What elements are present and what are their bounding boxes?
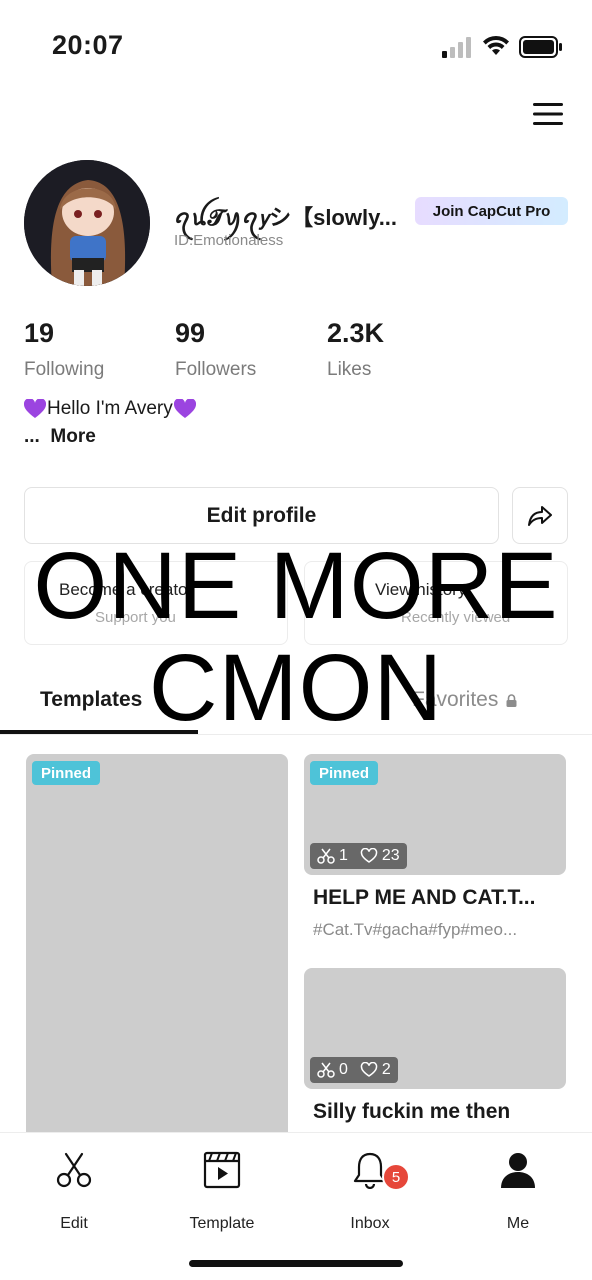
wifi-icon (483, 35, 509, 55)
bio: Hello I'm Avery (24, 398, 196, 420)
creator-card-sub: Support you (95, 609, 176, 626)
scissors-icon (56, 1152, 92, 1188)
history-card-sub: Recently viewed (401, 609, 511, 626)
template-title[interactable]: HELP ME AND CAT.T... (313, 886, 563, 910)
template-metrics: 1 23 (310, 843, 407, 869)
nav-label-me: Me (506, 1215, 530, 1232)
nav-item-inbox[interactable]: 5 Inbox (310, 1151, 430, 1233)
nav-label-inbox: Inbox (350, 1215, 390, 1232)
uses-count: 1 (339, 847, 348, 864)
heart-outline-icon (360, 848, 378, 863)
followers-label[interactable]: Followers (175, 359, 256, 381)
template-metrics: 0 2 (310, 1057, 398, 1083)
status-time: 20:07 (52, 30, 124, 60)
avatar[interactable] (24, 160, 150, 286)
nav-label-edit: Edit (60, 1215, 88, 1232)
template-thumbnail-1[interactable] (26, 754, 288, 1144)
edit-profile-button[interactable]: Edit profile (24, 487, 499, 544)
user-id: ID:Emotionaless (174, 232, 284, 249)
scissors-icon (317, 848, 335, 864)
nav-item-me[interactable]: Me (458, 1151, 578, 1233)
uses-count: 0 (339, 1061, 348, 1078)
purple-heart-icon (24, 399, 46, 418)
tab-divider (0, 734, 592, 735)
template-tags: #Cat.Tv#gacha#fyp#meo... (313, 920, 518, 939)
followers-count[interactable]: 99 (175, 318, 205, 349)
nav-item-template[interactable]: Template (162, 1151, 282, 1233)
pinned-badge: Pinned (310, 761, 379, 785)
nav-label-template: Template (189, 1215, 255, 1232)
creator-card[interactable]: Become a creator Support you (24, 561, 288, 645)
tab-templates[interactable]: Templates (40, 688, 142, 712)
template-title[interactable]: Silly fuckin me then (313, 1100, 563, 1124)
likes-count: 2 (381, 1061, 391, 1078)
join-pro-button[interactable]: Join CapCut Pro (415, 197, 568, 225)
battery-icon (519, 36, 562, 58)
tab-favorites[interactable]: Favorites (412, 688, 517, 712)
bio-text: Hello I'm Avery (47, 398, 173, 419)
following-label[interactable]: Following (24, 359, 104, 381)
menu-icon[interactable] (532, 100, 564, 128)
avatar-image (24, 160, 150, 286)
creator-card-title: Become a creator (59, 580, 194, 599)
template-icon (203, 1151, 241, 1189)
home-indicator[interactable] (189, 1260, 403, 1267)
heart-outline-icon (360, 1062, 378, 1077)
cellular-signal-icon (442, 37, 471, 58)
tab-favorites-label: Favorites (412, 688, 499, 711)
scissors-icon (317, 1062, 335, 1078)
likes-count: 23 (381, 847, 400, 864)
nav-item-edit[interactable]: Edit (14, 1151, 134, 1233)
bio-ellipsis: ... (24, 426, 40, 447)
bottom-nav: Edit Template 5 Inbox Me (0, 1132, 592, 1280)
person-icon (501, 1153, 535, 1188)
lock-icon (506, 693, 517, 707)
purple-heart-icon (173, 399, 196, 418)
following-count[interactable]: 19 (24, 318, 54, 349)
history-card[interactable]: View history Recently viewed (304, 561, 568, 645)
pinned-badge: Pinned (32, 761, 101, 785)
likes-label: Likes (327, 359, 372, 380)
bio-more-link[interactable]: ... More (24, 426, 96, 448)
bio-more-label: More (50, 426, 96, 447)
share-profile-button[interactable] (512, 487, 568, 544)
likes-count: 2.3K (327, 318, 385, 348)
history-card-title: View history (375, 580, 467, 599)
inbox-badge: 5 (382, 1163, 410, 1191)
share-arrow-icon (528, 505, 552, 526)
